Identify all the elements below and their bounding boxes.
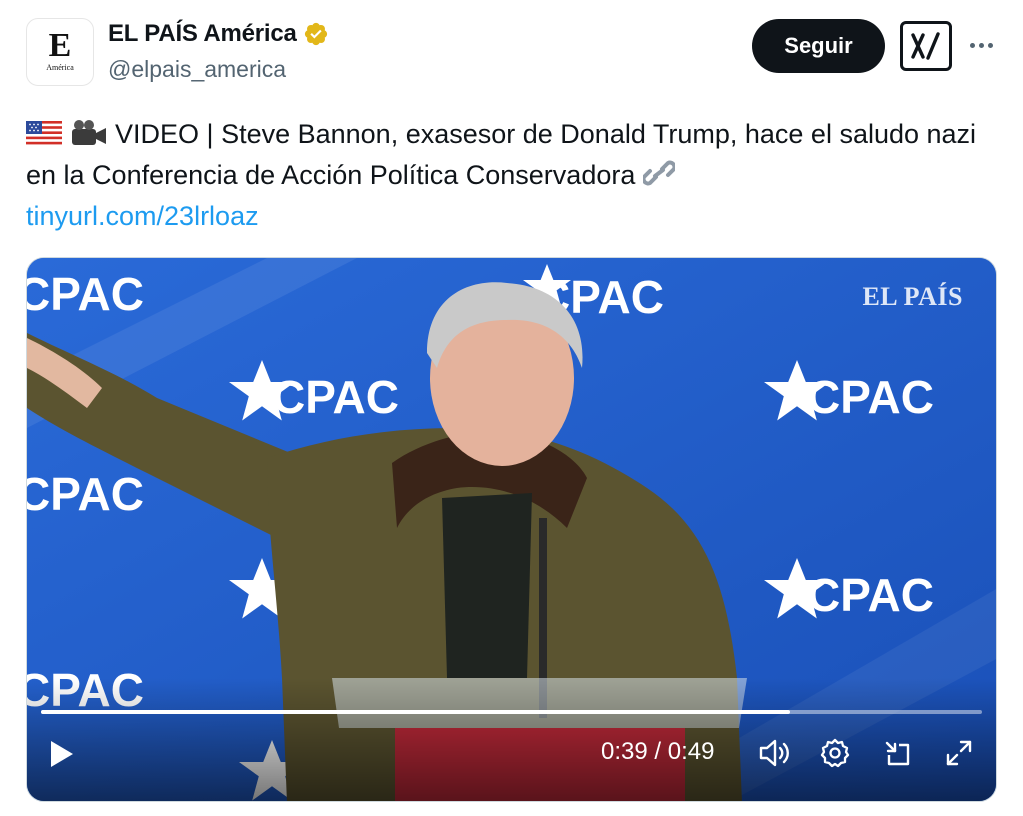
link-emoji-icon xyxy=(642,160,675,186)
video-watermark: EL PAÍS xyxy=(862,282,963,311)
picture-in-picture-button[interactable] xyxy=(877,733,917,773)
expand-icon xyxy=(946,740,972,766)
display-name[interactable]: EL PAÍS América xyxy=(108,20,297,48)
svg-text:CPAC: CPAC xyxy=(272,371,399,423)
follow-button[interactable]: Seguir xyxy=(752,19,885,73)
video-camera-emoji-icon xyxy=(71,120,106,145)
avatar-logo-letter: E xyxy=(48,27,72,64)
avatar-logo-subtext: América xyxy=(46,63,74,72)
pip-icon xyxy=(885,741,910,766)
tweet-text: VIDEO | Steve Bannon, exasesor de Donald… xyxy=(26,114,996,237)
video-progress-bar[interactable] xyxy=(41,710,982,714)
time-separator: / xyxy=(654,738,662,765)
svg-text:CPAC: CPAC xyxy=(807,371,934,423)
volume-button[interactable] xyxy=(755,733,795,773)
x-logo-icon[interactable] xyxy=(900,21,952,71)
video-player[interactable]: CPAC CPAC CPAC CPAC CPAC CPAC CPAC CPAC xyxy=(26,257,997,802)
video-time: 0:39 / 0:49 xyxy=(601,738,714,766)
us-flag-emoji-icon xyxy=(26,121,62,147)
verified-badge-icon xyxy=(304,22,327,46)
grok-icon xyxy=(911,32,940,60)
more-options-icon[interactable] xyxy=(966,30,996,60)
cpac-backdrop-text: CPAC xyxy=(27,268,144,320)
video-controls: 0:39 / 0:49 xyxy=(27,721,996,801)
gear-icon xyxy=(820,738,850,768)
svg-text:CPAC: CPAC xyxy=(807,569,934,621)
svg-text:CPAC: CPAC xyxy=(27,468,144,520)
account-name-row: EL PAÍS América xyxy=(108,20,329,48)
play-button[interactable] xyxy=(49,737,81,771)
fullscreen-button[interactable] xyxy=(939,733,979,773)
avatar[interactable]: E América xyxy=(26,18,94,86)
current-time: 0:39 xyxy=(601,738,648,765)
settings-button[interactable] xyxy=(815,733,855,773)
duration: 0:49 xyxy=(667,738,715,765)
play-icon xyxy=(51,741,73,767)
tweet-link[interactable]: tinyurl.com/23lrloaz xyxy=(26,201,259,231)
volume-icon xyxy=(759,739,789,767)
video-progress-fill xyxy=(41,710,791,714)
account-handle[interactable]: @elpais_america xyxy=(108,56,286,83)
tweet-body: VIDEO | Steve Bannon, exasesor de Donald… xyxy=(26,119,977,190)
